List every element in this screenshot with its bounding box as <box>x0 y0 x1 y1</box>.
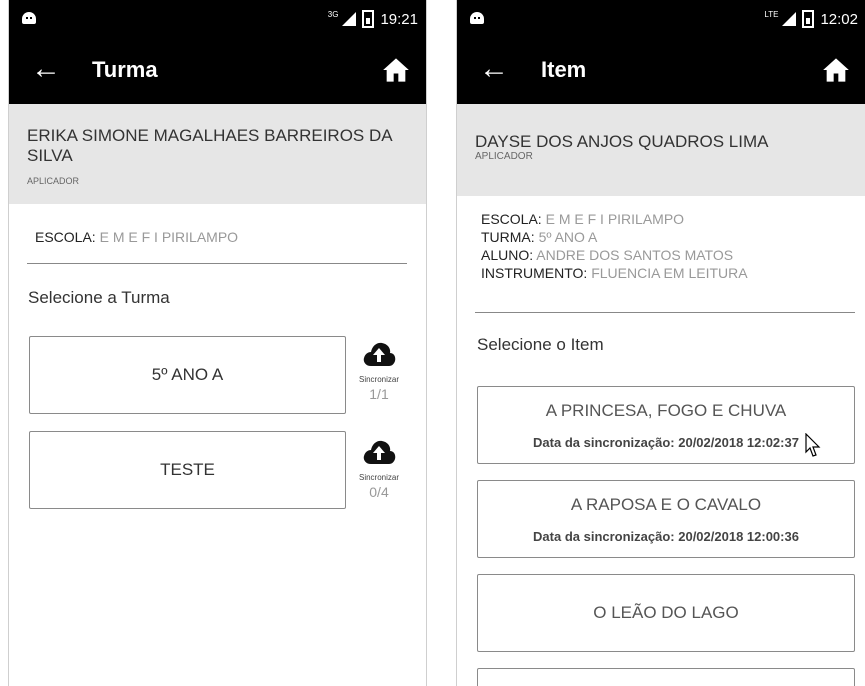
cloud-upload-icon[interactable] <box>362 438 396 466</box>
divider <box>27 263 407 264</box>
sync-control-teste[interactable]: Sincronizar 0/4 <box>349 438 409 500</box>
instrument-row: INSTRUMENTO: FLUENCIA EM LEITURA <box>481 264 748 282</box>
app-bar: ← Turma <box>9 38 426 104</box>
school-row: ESCOLA: E M E F I PIRILAMPO <box>481 210 748 228</box>
school-value: E M E F I PIRILAMPO <box>99 229 239 245</box>
page-title: Item <box>541 57 587 82</box>
user-header: DAYSE DOS ANJOS QUADROS LIMA APLICADOR <box>457 104 865 196</box>
android-notification-icon <box>22 12 36 24</box>
student-value: ANDRE DOS SANTOS MATOS <box>536 247 734 263</box>
home-icon[interactable] <box>822 56 850 84</box>
status-indicators: LTE 12:02 <box>764 10 858 28</box>
item-card-o-leao[interactable]: O LEÃO DO LAGO <box>477 574 855 652</box>
back-arrow-icon[interactable]: ← <box>31 52 61 86</box>
class-label: TURMA: <box>481 229 535 245</box>
cloud-upload-icon[interactable] <box>362 340 396 368</box>
student-label: ALUNO: <box>481 247 534 263</box>
battery-icon <box>362 10 375 28</box>
battery-icon <box>802 10 815 28</box>
user-role: APLICADOR <box>475 151 533 162</box>
status-time: 19:21 <box>380 10 418 28</box>
status-bar: 3G 19:21 <box>9 0 426 38</box>
app-bar: ← Item <box>457 38 865 104</box>
status-bar: LTE 12:02 <box>457 0 865 38</box>
item-sync-date: Data da sincronização: 20/02/2018 12:00:… <box>533 528 799 544</box>
school-label: ESCOLA: <box>481 211 542 227</box>
item-card-a-raposa[interactable]: A RAPOSA E O CAVALO Data da sincronizaçã… <box>477 480 855 558</box>
item-sync-date: Data da sincronização: 20/02/2018 12:02:… <box>533 434 799 450</box>
item-card-partial[interactable] <box>477 668 855 686</box>
network-type: LTE <box>764 9 779 19</box>
mouse-cursor-icon <box>805 433 821 457</box>
school-label: ESCOLA: <box>35 229 96 245</box>
sync-label: Sincronizar <box>358 473 399 482</box>
instrument-value: FLUENCIA EM LEITURA <box>591 265 748 281</box>
user-role: APLICADOR <box>27 176 80 186</box>
user-header: ERIKA SIMONE MAGALHAES BARREIROS DA SILV… <box>9 104 426 204</box>
android-notification-icon <box>470 12 484 24</box>
back-arrow-icon[interactable]: ← <box>479 52 509 86</box>
item-card-label: A PRINCESA, FOGO E CHUVA <box>545 400 787 420</box>
status-indicators: 3G 19:21 <box>328 10 418 28</box>
signal-icon <box>342 12 357 26</box>
user-name: ERIKA SIMONE MAGALHAES BARREIROS DA SILV… <box>27 126 392 165</box>
section-title: Selecione o Item <box>477 335 604 354</box>
item-card-a-princesa[interactable]: A PRINCESA, FOGO E CHUVA Data da sincron… <box>477 386 855 464</box>
turma-card-5-ano-a[interactable]: 5º ANO A <box>29 336 346 414</box>
status-time: 12:02 <box>820 10 858 28</box>
divider <box>475 312 855 313</box>
school-value: E M E F I PIRILAMPO <box>545 211 685 227</box>
turma-card-label: 5º ANO A <box>151 365 224 384</box>
class-row: TURMA: 5º ANO A <box>481 228 748 246</box>
sync-label: Sincronizar <box>358 375 399 384</box>
home-icon[interactable] <box>382 56 410 84</box>
student-row: ALUNO: ANDRE DOS SANTOS MATOS <box>481 246 748 264</box>
context-info: ESCOLA: E M E F I PIRILAMPO TURMA: 5º AN… <box>481 210 748 282</box>
sync-count: 0/4 <box>369 484 389 500</box>
phone-screen-turma: 3G 19:21 ← Turma ERIKA SIMONE MAGALHAES … <box>8 0 427 686</box>
item-card-label: O LEÃO DO LAGO <box>593 603 739 622</box>
sync-control-5-ano-a[interactable]: Sincronizar 1/1 <box>349 340 409 402</box>
signal-icon <box>782 12 797 26</box>
section-title: Selecione a Turma <box>28 288 170 307</box>
user-name: DAYSE DOS ANJOS QUADROS LIMA <box>475 132 769 151</box>
item-card-label: A RAPOSA E O CAVALO <box>570 494 762 514</box>
school-info: ESCOLA: E M E F I PIRILAMPO <box>35 228 238 246</box>
class-value: 5º ANO A <box>538 229 598 245</box>
sync-count: 1/1 <box>369 386 389 402</box>
phone-screen-item: LTE 12:02 ← Item DAYSE DOS ANJOS QUADROS… <box>456 0 865 686</box>
turma-card-label: TESTE <box>160 460 215 479</box>
network-type: 3G <box>327 9 339 19</box>
instrument-label: INSTRUMENTO: <box>481 265 588 281</box>
turma-card-teste[interactable]: TESTE <box>29 431 346 509</box>
page-title: Turma <box>92 57 158 82</box>
